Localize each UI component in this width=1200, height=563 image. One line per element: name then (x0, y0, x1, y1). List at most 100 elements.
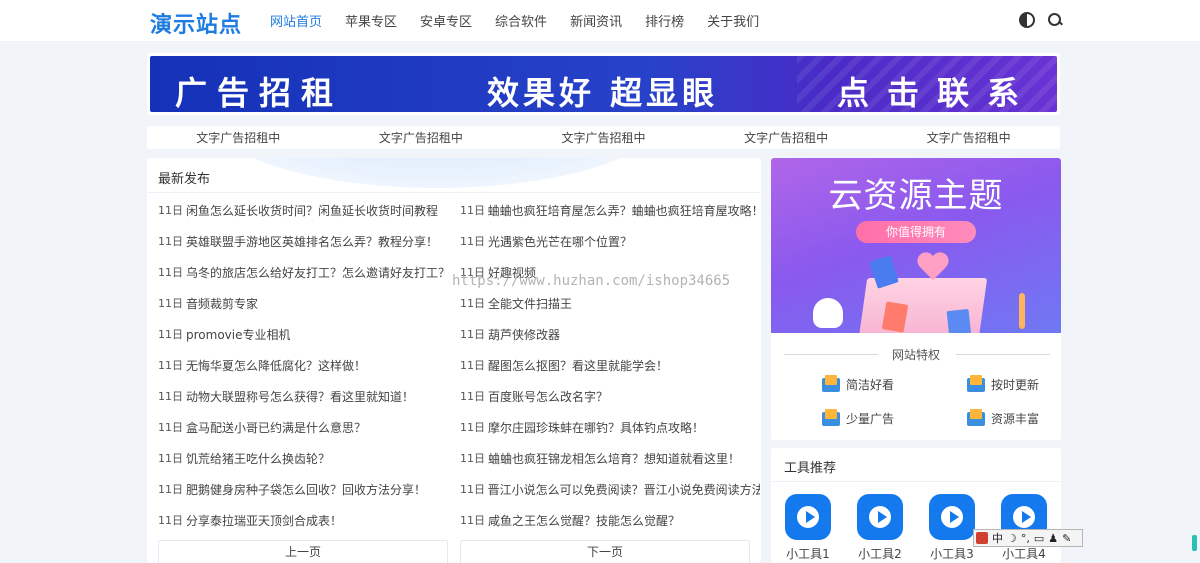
list-item[interactable]: 11日 英雄联盟手游地区英雄排名怎么弄？教程分享！ (158, 234, 458, 265)
feature-label: 按时更新 (991, 377, 1040, 392)
tools-title: 工具推荐 (784, 461, 837, 476)
user-icon[interactable]: ♟ (1048, 532, 1058, 545)
item-title[interactable]: 醒图怎么抠图？看这里就能学会！ (488, 358, 668, 389)
pagination: 上一页 下一页 (158, 540, 750, 563)
features-title: 网站特权 (771, 346, 1061, 363)
list-item[interactable]: 11日 葫芦侠修改器 (460, 327, 760, 358)
list-item[interactable]: 11日 无悔华夏怎么降低腐化？这样做！ (158, 358, 458, 389)
item-title[interactable]: 动物大联盟称号怎么获得？看这里就知道！ (186, 389, 414, 420)
text-ad[interactable]: 文字广告招租中 (379, 129, 463, 146)
person-illustration (813, 298, 843, 328)
list-item[interactable]: 11日 动物大联盟称号怎么获得？看这里就知道！ (158, 389, 458, 420)
item-title[interactable]: 全能文件扫描王 (488, 296, 572, 327)
item-title[interactable]: 音频裁剪专家 (186, 296, 258, 327)
search-icon[interactable] (1047, 12, 1063, 28)
text-ad[interactable]: 文字广告招租中 (927, 129, 1011, 146)
text-ad[interactable]: 文字广告招租中 (744, 129, 828, 146)
moon-icon[interactable]: ☽ (1007, 532, 1017, 545)
feature-item: 按时更新 (967, 375, 1039, 393)
tool-label: 小工具4 (1002, 547, 1046, 561)
tool-item-3[interactable]: 小工具3 (928, 494, 976, 562)
nav-ranking[interactable]: 排行榜 (645, 11, 684, 30)
item-title[interactable]: 英雄联盟手游地区英雄排名怎么弄？教程分享！ (186, 234, 438, 265)
nav-about[interactable]: 关于我们 (707, 11, 759, 30)
ad-banner: 广告招租 效果好 超显眼 点击联系 (147, 53, 1060, 115)
tool-item-1[interactable]: 小工具1 (784, 494, 832, 562)
banner-text-contact: 点击联系 (837, 74, 1038, 112)
nav-apple[interactable]: 苹果专区 (345, 11, 397, 30)
item-date: 11日 (460, 328, 485, 341)
ime-language-toggle[interactable]: 中 (992, 530, 1003, 546)
item-title[interactable]: 闲鱼怎么延长收货时间？闲鱼延长收货时间教程 (186, 203, 438, 234)
sidebar-promo-card: 云资源主题 你值得拥有 网站特权 简洁好看 按时更新 少量广告 资源丰富 (771, 158, 1061, 440)
text-ads-bar: 文字广告招租中 文字广告招租中 文字广告招租中 文字广告招租中 文字广告招租中 (147, 126, 1060, 149)
nav-software[interactable]: 综合软件 (495, 11, 547, 30)
wrench-icon[interactable]: ✎ (1062, 532, 1071, 545)
nav-home[interactable]: 网站首页 (270, 11, 322, 30)
item-date: 11日 (460, 390, 485, 403)
punctuation-icon[interactable]: °, (1021, 532, 1030, 545)
ad-banner-image[interactable]: 广告招租 效果好 超显眼 点击联系 (150, 56, 1057, 112)
text-ad[interactable]: 文字广告招租中 (561, 129, 645, 146)
list-item[interactable]: 11日 醒图怎么抠图？看这里就能学会！ (460, 358, 760, 389)
item-title[interactable]: 盒马配送小哥已约满是什么意思？ (186, 420, 366, 451)
item-date: 11日 (158, 204, 183, 217)
latest-panel: 最新发布 11日 闲鱼怎么延长收货时间？闲鱼延长收货时间教程 11日 英雄联盟手游地区… (147, 158, 761, 563)
list-item[interactable]: 11日 蛐蛐也疯狂锦龙相怎么培育？想知道就看这里！ (460, 451, 760, 482)
theme-toggle-icon[interactable] (1019, 12, 1035, 28)
play-icon (929, 494, 975, 540)
scroll-indicator[interactable] (1192, 535, 1197, 551)
list-item[interactable]: 11日 乌冬的旅店怎么给好友打工？怎么邀请好友打工？ (158, 265, 458, 296)
item-title[interactable]: 百度账号怎么改名字？ (488, 389, 608, 420)
prev-page-button[interactable]: 上一页 (158, 540, 448, 563)
item-date: 11日 (460, 204, 485, 217)
item-date: 11日 (158, 328, 183, 341)
latest-title: 最新发布 (158, 172, 211, 187)
item-title[interactable]: 蛐蛐也疯狂培育屋怎么弄？蛐蛐也疯狂培育屋攻略！ (488, 203, 760, 234)
site-logo[interactable]: 演示站点 (150, 7, 242, 39)
nav-news[interactable]: 新闻资讯 (570, 11, 622, 30)
tool-label: 小工具2 (858, 547, 902, 561)
item-date: 11日 (158, 266, 183, 279)
list-item[interactable]: 11日 盒马配送小哥已约满是什么意思？ (158, 420, 458, 451)
item-title[interactable]: promovie专业相机 (186, 327, 290, 358)
next-page-button[interactable]: 下一页 (460, 540, 750, 563)
item-date: 11日 (460, 297, 485, 310)
item-date: 11日 (460, 421, 485, 434)
list-item[interactable]: 11日 闲鱼怎么延长收货时间？闲鱼延长收货时间教程 (158, 203, 458, 234)
item-title[interactable]: 摩尔庄园珍珠蚌在哪钓？具体钓点攻略！ (488, 420, 704, 451)
list-item[interactable]: 11日 饥荒给猪王吃什么换齿轮？ (158, 451, 458, 482)
text-ad[interactable]: 文字广告招租中 (196, 129, 280, 146)
item-title[interactable]: 蛐蛐也疯狂锦龙相怎么培育？想知道就看这里！ (488, 451, 740, 482)
watermark-text: https://www.huzhan.com/ishop34665 (452, 273, 731, 289)
item-title[interactable]: 葫芦侠修改器 (488, 327, 560, 358)
list-item[interactable]: 11日 音频裁剪专家 (158, 296, 458, 327)
tool-item-4[interactable]: 小工具4 (1000, 494, 1048, 562)
promo-banner[interactable]: 云资源主题 你值得拥有 (771, 158, 1061, 333)
list-item[interactable]: 11日 百度账号怎么改名字？ (460, 389, 760, 420)
item-title[interactable]: 晋江小说怎么可以免费阅读？晋江小说免费阅读方法 (488, 482, 760, 513)
latest-list-right: 11日 蛐蛐也疯狂培育屋怎么弄？蛐蛐也疯狂培育屋攻略！ 11日 光遇紫色光芒在哪个位置… (460, 203, 760, 544)
item-title[interactable]: 肥鹅健身房种子袋怎么回收？回收方法分享！ (186, 482, 426, 513)
play-icon (785, 494, 831, 540)
nav-android[interactable]: 安卓专区 (420, 11, 472, 30)
tool-label: 小工具1 (786, 547, 830, 561)
list-item[interactable]: 11日 肥鹅健身房种子袋怎么回收？回收方法分享！ (158, 482, 458, 513)
tool-item-2[interactable]: 小工具2 (856, 494, 904, 562)
header-icons (1019, 12, 1075, 28)
item-title[interactable]: 光遇紫色光芒在哪个位置？ (488, 234, 632, 265)
list-item[interactable]: 11日 摩尔庄园珍珠蚌在哪钓？具体钓点攻略！ (460, 420, 760, 451)
list-item[interactable]: 11日 全能文件扫描王 (460, 296, 760, 327)
mail-icon (822, 409, 840, 427)
item-title[interactable]: 乌冬的旅店怎么给好友打工？怎么邀请好友打工？ (186, 265, 450, 296)
item-title[interactable]: 饥荒给猪王吃什么换齿轮？ (186, 451, 330, 482)
banner-text-rent: 广告招租 (175, 74, 344, 112)
keyboard-icon[interactable]: ▭ (1034, 532, 1044, 545)
list-item[interactable]: 11日 光遇紫色光芒在哪个位置？ (460, 234, 760, 265)
list-item[interactable]: 11日 promovie专业相机 (158, 327, 458, 358)
list-item[interactable]: 11日 蛐蛐也疯狂培育屋怎么弄？蛐蛐也疯狂培育屋攻略！ (460, 203, 760, 234)
promo-button[interactable]: 你值得拥有 (856, 221, 976, 243)
item-title[interactable]: 无悔华夏怎么降低腐化？这样做！ (186, 358, 366, 389)
list-item[interactable]: 11日 晋江小说怎么可以免费阅读？晋江小说免费阅读方法 (460, 482, 760, 513)
ime-logo-icon[interactable] (976, 532, 988, 544)
